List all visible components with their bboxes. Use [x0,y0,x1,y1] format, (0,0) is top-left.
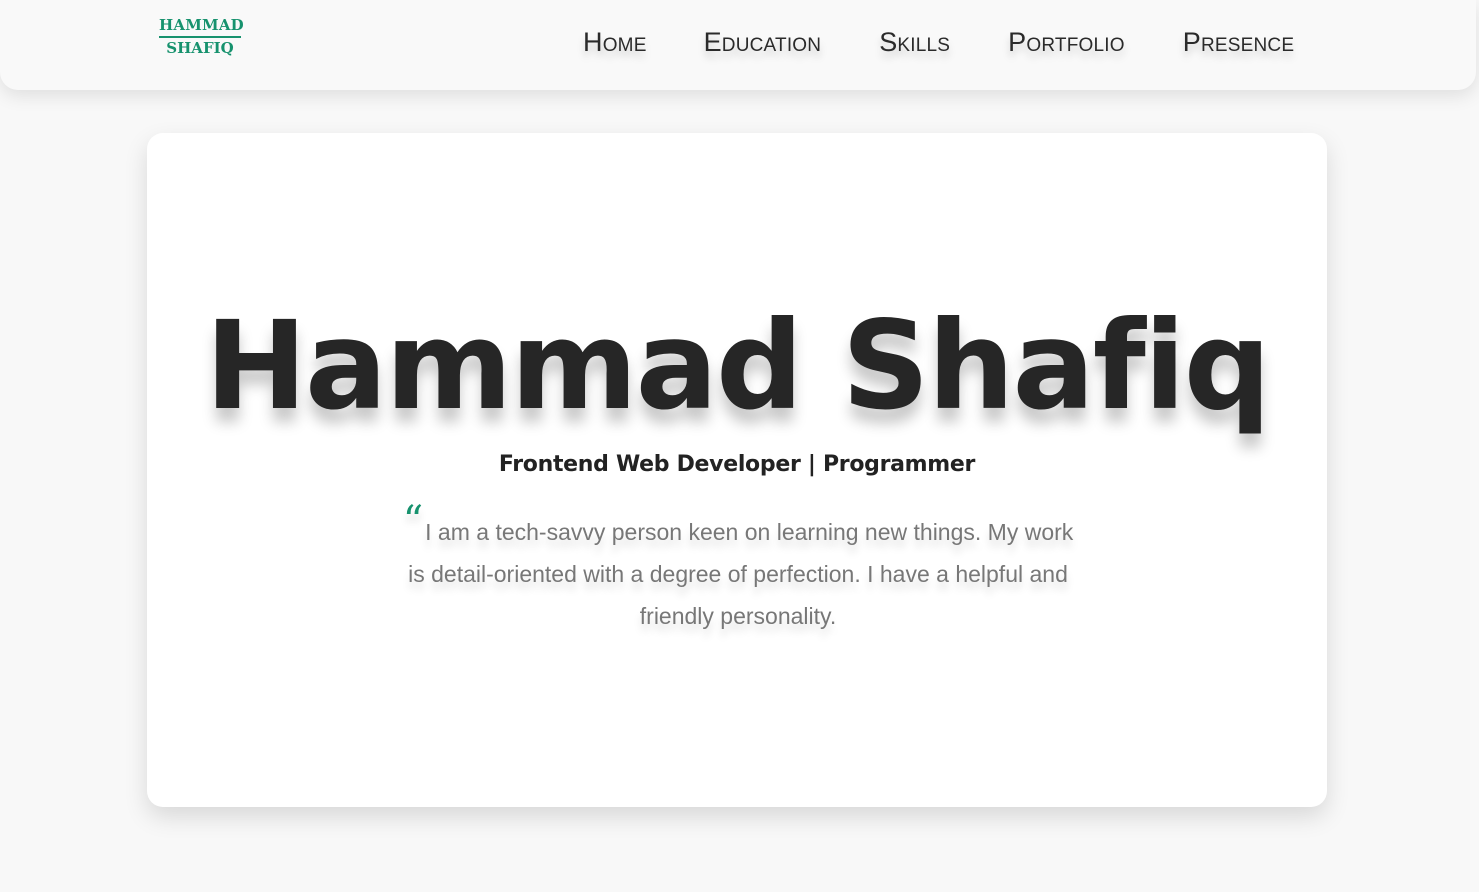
nav-link-education[interactable]: Education [704,27,822,58]
top-navbar: HAMMAD SHAFIQ Home Education Skills Port… [0,0,1476,90]
nav-link-skills[interactable]: Skills [879,27,950,58]
hero-quote-text: I am a tech-savvy person keen on learnin… [408,519,1074,629]
main-nav: Home Education Skills Portfolio Presence [583,27,1294,58]
logo-line-2: SHAFIQ [166,39,234,57]
hero-name: Hammad Shafiq [204,295,1271,437]
hero-card: Hammad Shafiq Frontend Web Developer | P… [147,133,1327,807]
logo-line-1: HAMMAD [159,18,244,38]
nav-link-home[interactable]: Home [583,27,647,58]
nav-link-portfolio[interactable]: Portfolio [1008,27,1125,58]
quote-mark-icon: “ [402,498,424,544]
site-logo[interactable]: HAMMAD SHAFIQ [159,18,244,66]
hero-quote: “I am a tech-savvy person keen on learni… [393,501,1083,637]
nav-link-presence[interactable]: Presence [1183,27,1294,58]
hero-subtitle: Frontend Web Developer | Programmer [498,452,976,477]
